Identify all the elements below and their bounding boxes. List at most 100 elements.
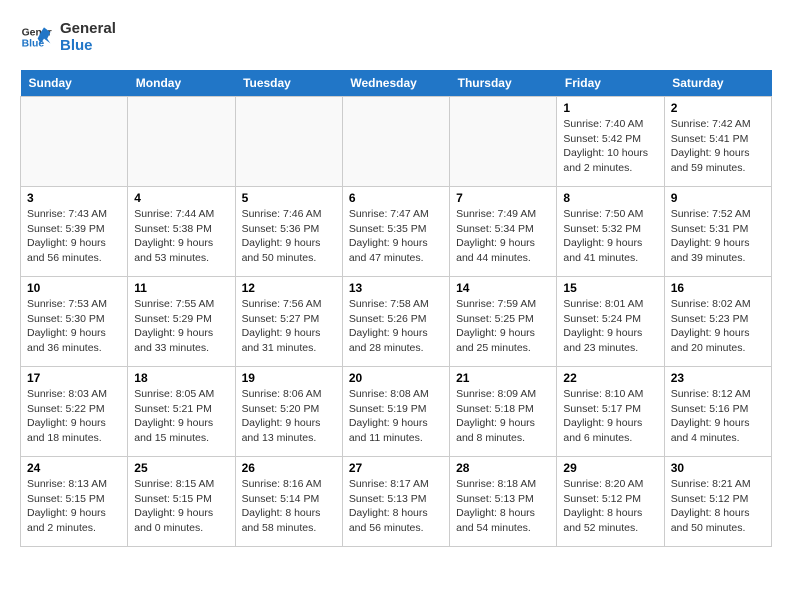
logo-icon: General Blue <box>20 21 52 53</box>
day-number: 19 <box>242 371 336 385</box>
day-number: 18 <box>134 371 228 385</box>
day-info: Sunrise: 8:18 AMSunset: 5:13 PMDaylight:… <box>456 477 550 536</box>
day-info: Sunrise: 7:49 AMSunset: 5:34 PMDaylight:… <box>456 207 550 266</box>
day-cell: 29Sunrise: 8:20 AMSunset: 5:12 PMDayligh… <box>557 457 664 547</box>
week-row-5: 24 Sunrise: 8:13 AMSunset: 5:15 PMDayligh… <box>21 457 772 547</box>
day-info: Sunrise: 7:43 AMSunset: 5:39 PMDaylight:… <box>27 207 121 266</box>
day-number: 12 <box>242 281 336 295</box>
day-info: Sunrise: 7:47 AMSunset: 5:35 PMDaylight:… <box>349 207 443 266</box>
day-number: 28 <box>456 461 550 475</box>
day-cell: 4 Sunrise: 7:44 AMSunset: 5:38 PMDaylight… <box>128 187 235 277</box>
day-cell: 1 Sunrise: 7:40 AMSunset: 5:42 PMDaylight… <box>557 97 664 187</box>
day-info: Sunrise: 8:12 AMSunset: 5:16 PMDaylight:… <box>671 387 765 446</box>
day-cell: 16 Sunrise: 8:02 AMSunset: 5:23 PMDayligh… <box>664 277 771 367</box>
day-number: 8 <box>563 191 657 205</box>
day-number: 10 <box>27 281 121 295</box>
day-info: Sunrise: 8:01 AMSunset: 5:24 PMDaylight:… <box>563 297 657 356</box>
day-cell: 6Sunrise: 7:47 AMSunset: 5:35 PMDaylight… <box>342 187 449 277</box>
day-cell <box>21 97 128 187</box>
day-info: Sunrise: 7:52 AMSunset: 5:31 PMDaylight:… <box>671 207 765 266</box>
day-info: Sunrise: 7:59 AMSunset: 5:25 PMDaylight:… <box>456 297 550 356</box>
day-cell <box>235 97 342 187</box>
day-cell: 20 Sunrise: 8:08 AMSunset: 5:19 PMDayligh… <box>342 367 449 457</box>
day-info: Sunrise: 8:03 AMSunset: 5:22 PMDaylight:… <box>27 387 121 446</box>
day-number: 5 <box>242 191 336 205</box>
day-number: 30 <box>671 461 765 475</box>
week-row-1: 1 Sunrise: 7:40 AMSunset: 5:42 PMDaylight… <box>21 97 772 187</box>
day-number: 4 <box>134 191 228 205</box>
col-header-sunday: Sunday <box>21 70 128 97</box>
day-info: Sunrise: 8:15 AMSunset: 5:15 PMDaylight:… <box>134 477 228 536</box>
day-number: 27 <box>349 461 443 475</box>
calendar-table: SundayMondayTuesdayWednesdayThursdayFrid… <box>20 70 772 547</box>
day-cell: 3 Sunrise: 7:43 AMSunset: 5:39 PMDaylight… <box>21 187 128 277</box>
col-header-saturday: Saturday <box>664 70 771 97</box>
day-number: 20 <box>349 371 443 385</box>
day-cell: 18 Sunrise: 8:05 AMSunset: 5:21 PMDayligh… <box>128 367 235 457</box>
day-cell: 13 Sunrise: 7:58 AMSunset: 5:26 PMDayligh… <box>342 277 449 367</box>
col-header-friday: Friday <box>557 70 664 97</box>
day-number: 24 <box>27 461 121 475</box>
day-number: 2 <box>671 101 765 115</box>
day-number: 9 <box>671 191 765 205</box>
day-number: 21 <box>456 371 550 385</box>
week-row-4: 17Sunrise: 8:03 AMSunset: 5:22 PMDayligh… <box>21 367 772 457</box>
day-cell: 11 Sunrise: 7:55 AMSunset: 5:29 PMDayligh… <box>128 277 235 367</box>
logo: General Blue General Blue <box>20 20 116 54</box>
day-cell: 28 Sunrise: 8:18 AMSunset: 5:13 PMDayligh… <box>450 457 557 547</box>
day-info: Sunrise: 7:40 AMSunset: 5:42 PMDaylight:… <box>563 117 657 176</box>
day-cell: 14 Sunrise: 7:59 AMSunset: 5:25 PMDayligh… <box>450 277 557 367</box>
day-info: Sunrise: 7:46 AMSunset: 5:36 PMDaylight:… <box>242 207 336 266</box>
day-cell: 10 Sunrise: 7:53 AMSunset: 5:30 PMDayligh… <box>21 277 128 367</box>
day-info: Sunrise: 8:05 AMSunset: 5:21 PMDaylight:… <box>134 387 228 446</box>
day-info: Sunrise: 7:42 AMSunset: 5:41 PMDaylight:… <box>671 117 765 176</box>
day-info: Sunrise: 8:10 AMSunset: 5:17 PMDaylight:… <box>563 387 657 446</box>
day-info: Sunrise: 7:56 AMSunset: 5:27 PMDaylight:… <box>242 297 336 356</box>
day-number: 13 <box>349 281 443 295</box>
day-number: 16 <box>671 281 765 295</box>
day-info: Sunrise: 8:02 AMSunset: 5:23 PMDaylight:… <box>671 297 765 356</box>
day-info: Sunrise: 8:06 AMSunset: 5:20 PMDaylight:… <box>242 387 336 446</box>
day-cell: 12 Sunrise: 7:56 AMSunset: 5:27 PMDayligh… <box>235 277 342 367</box>
day-info: Sunrise: 7:44 AMSunset: 5:38 PMDaylight:… <box>134 207 228 266</box>
day-cell <box>128 97 235 187</box>
day-cell: 22 Sunrise: 8:10 AMSunset: 5:17 PMDayligh… <box>557 367 664 457</box>
day-cell: 2 Sunrise: 7:42 AMSunset: 5:41 PMDaylight… <box>664 97 771 187</box>
day-info: Sunrise: 8:13 AMSunset: 5:15 PMDaylight:… <box>27 477 121 536</box>
day-cell: 23 Sunrise: 8:12 AMSunset: 5:16 PMDayligh… <box>664 367 771 457</box>
day-cell: 15 Sunrise: 8:01 AMSunset: 5:24 PMDayligh… <box>557 277 664 367</box>
day-number: 29 <box>563 461 657 475</box>
day-info: Sunrise: 8:08 AMSunset: 5:19 PMDaylight:… <box>349 387 443 446</box>
day-cell: 25Sunrise: 8:15 AMSunset: 5:15 PMDayligh… <box>128 457 235 547</box>
day-cell: 8 Sunrise: 7:50 AMSunset: 5:32 PMDaylight… <box>557 187 664 277</box>
day-cell: 19 Sunrise: 8:06 AMSunset: 5:20 PMDayligh… <box>235 367 342 457</box>
day-info: Sunrise: 7:50 AMSunset: 5:32 PMDaylight:… <box>563 207 657 266</box>
week-row-3: 10 Sunrise: 7:53 AMSunset: 5:30 PMDayligh… <box>21 277 772 367</box>
col-header-monday: Monday <box>128 70 235 97</box>
day-number: 11 <box>134 281 228 295</box>
day-cell <box>342 97 449 187</box>
day-cell: 24 Sunrise: 8:13 AMSunset: 5:15 PMDayligh… <box>21 457 128 547</box>
day-number: 23 <box>671 371 765 385</box>
day-number: 14 <box>456 281 550 295</box>
day-info: Sunrise: 7:53 AMSunset: 5:30 PMDaylight:… <box>27 297 121 356</box>
col-header-wednesday: Wednesday <box>342 70 449 97</box>
day-cell: 21 Sunrise: 8:09 AMSunset: 5:18 PMDayligh… <box>450 367 557 457</box>
day-number: 15 <box>563 281 657 295</box>
page-header: General Blue General Blue <box>20 20 772 54</box>
day-info: Sunrise: 7:55 AMSunset: 5:29 PMDaylight:… <box>134 297 228 356</box>
day-info: Sunrise: 8:09 AMSunset: 5:18 PMDaylight:… <box>456 387 550 446</box>
day-info: Sunrise: 7:58 AMSunset: 5:26 PMDaylight:… <box>349 297 443 356</box>
day-cell: 27Sunrise: 8:17 AMSunset: 5:13 PMDayligh… <box>342 457 449 547</box>
day-cell: 7 Sunrise: 7:49 AMSunset: 5:34 PMDaylight… <box>450 187 557 277</box>
header-row: SundayMondayTuesdayWednesdayThursdayFrid… <box>21 70 772 97</box>
day-cell: 26 Sunrise: 8:16 AMSunset: 5:14 PMDayligh… <box>235 457 342 547</box>
day-cell <box>450 97 557 187</box>
day-number: 22 <box>563 371 657 385</box>
day-info: Sunrise: 8:16 AMSunset: 5:14 PMDaylight:… <box>242 477 336 536</box>
day-cell: 9 Sunrise: 7:52 AMSunset: 5:31 PMDaylight… <box>664 187 771 277</box>
day-number: 3 <box>27 191 121 205</box>
day-number: 1 <box>563 101 657 115</box>
day-number: 26 <box>242 461 336 475</box>
day-number: 7 <box>456 191 550 205</box>
